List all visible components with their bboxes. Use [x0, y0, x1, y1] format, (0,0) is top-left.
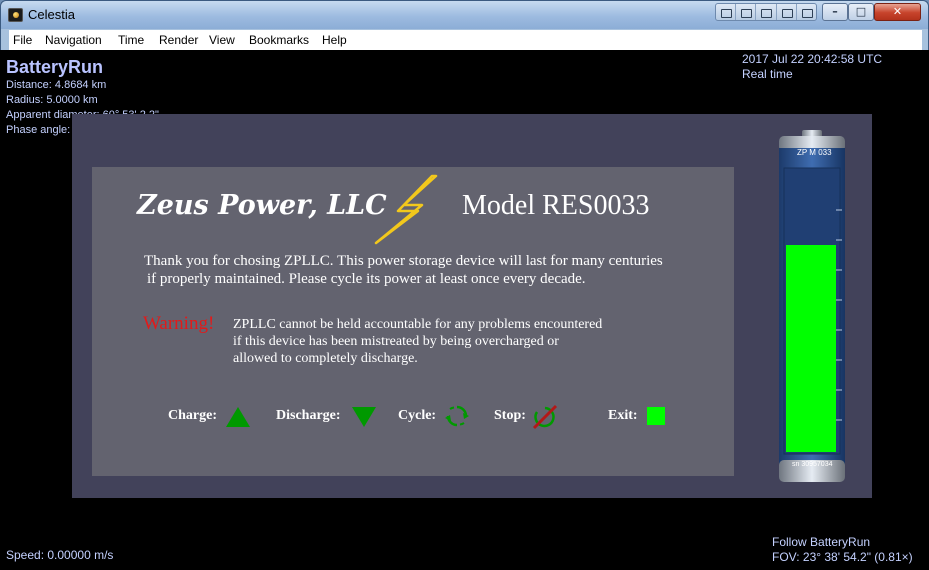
charge-label: Charge:: [168, 408, 217, 423]
menu-bar: File Navigation Time Render View Bookmar…: [9, 30, 922, 51]
maximize-button[interactable]: □: [848, 3, 874, 21]
tray-icon[interactable]: [777, 4, 797, 20]
discharge-down-arrow-icon[interactable]: [351, 405, 377, 429]
menu-help[interactable]: Help: [322, 33, 347, 47]
distance-readout: Distance: 4.8684 km: [6, 79, 107, 91]
discharge-label: Discharge:: [276, 408, 341, 423]
menu-render[interactable]: Render: [159, 33, 198, 47]
title-bar[interactable]: Celestia – □ ✕: [1, 1, 928, 29]
time-info: 2017 Jul 22 20:42:58 UTC Real time: [742, 52, 882, 82]
stop-label: Stop:: [494, 408, 526, 423]
menu-time[interactable]: Time: [118, 33, 144, 47]
lightning-bolt-icon: [374, 174, 438, 245]
taskbar-tray-icons[interactable]: [715, 3, 817, 21]
exit-label: Exit:: [608, 408, 638, 423]
tray-icon[interactable]: [716, 4, 737, 20]
speed-readout: Speed: 0.00000 m/s: [6, 548, 114, 562]
cycle-icon[interactable]: [445, 404, 469, 430]
selected-object-name: BatteryRun: [6, 57, 104, 77]
radius-readout: Radius: 5.0000 km: [6, 94, 98, 106]
warning-line-2: if this device has been mistreated by be…: [233, 334, 559, 349]
warning-title: Warning!: [143, 313, 215, 334]
fov-readout: FOV: 23° 38' 54.2" (0.81×): [772, 550, 913, 564]
celestia-app-icon: [8, 8, 23, 22]
datetime-readout: 2017 Jul 22 20:42:58 UTC: [742, 52, 883, 66]
warning-line-3: allowed to completely discharge.: [233, 351, 418, 366]
close-button[interactable]: ✕: [874, 3, 921, 21]
battery-model-label: ZP M 033: [797, 148, 832, 157]
menu-bookmarks[interactable]: Bookmarks: [249, 33, 309, 47]
battery-charge-gauge: ZP M 033 sn 30957034: [779, 130, 845, 482]
cycle-label: Cycle:: [398, 408, 437, 423]
follow-readout: Follow BatteryRun: [772, 535, 871, 549]
window-title: Celestia: [28, 7, 75, 22]
intro-line-2: if properly maintained. Please cycle its…: [147, 271, 586, 287]
exit-square-icon[interactable]: [647, 407, 665, 425]
brand-name: Zeus Power, LLC: [137, 190, 387, 221]
tray-icon[interactable]: [736, 4, 757, 20]
tray-icon[interactable]: [756, 4, 777, 20]
intro-line-1: Thank you for chosing ZPLLC. This power …: [144, 253, 663, 269]
tray-icon[interactable]: [797, 4, 816, 20]
menu-navigation[interactable]: Navigation: [45, 33, 102, 47]
battery-serial-label: sn 30957034: [792, 461, 833, 468]
warning-line-1: ZPLLC cannot be held accountable for any…: [233, 317, 603, 332]
battery-charge-fill: [786, 245, 836, 452]
menu-file[interactable]: File: [13, 33, 32, 47]
minimize-button[interactable]: –: [822, 3, 848, 21]
camera-info: Follow BatteryRun FOV: 23° 38' 54.2" (0.…: [772, 535, 913, 565]
charge-up-arrow-icon[interactable]: [225, 405, 251, 429]
warning-text: ZPLLC cannot be held accountable for any…: [233, 316, 602, 367]
stop-icon[interactable]: [531, 404, 559, 430]
model-name: Model RES0033: [462, 190, 650, 221]
time-mode-readout: Real time: [742, 67, 793, 81]
menu-view[interactable]: View: [209, 33, 235, 47]
